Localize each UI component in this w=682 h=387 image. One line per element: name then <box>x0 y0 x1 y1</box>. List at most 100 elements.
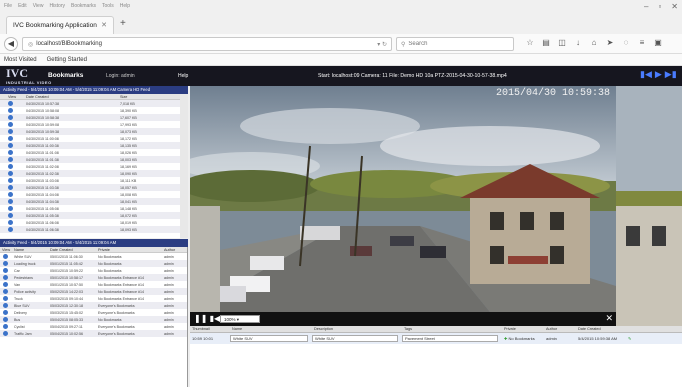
play-bookmark-icon[interactable] <box>3 323 8 329</box>
bookmark-list-row[interactable]: Police activity 05/02/2015 14:22:03 No Boo… <box>0 288 187 295</box>
menu-history[interactable]: History <box>49 3 65 9</box>
bookmark-detail-row[interactable]: 10:59 10:01 White SUV White SUV Pavement… <box>190 333 682 344</box>
tab-close-icon[interactable]: ✕ <box>101 21 107 29</box>
recording-row[interactable]: 04/30/2015 11:06:08 18,019 KB <box>0 219 187 226</box>
video-player[interactable]: 2015/04/30 10:59:38 <box>190 86 616 312</box>
play-recording-icon[interactable] <box>8 121 13 127</box>
menu-bookmarks[interactable]: Bookmarks <box>71 3 96 9</box>
play-bookmark-icon[interactable] <box>3 253 8 259</box>
play-bookmark-icon[interactable] <box>3 274 8 280</box>
login-status[interactable]: Login: admin <box>106 73 135 79</box>
menu-file[interactable]: File <box>4 3 12 9</box>
recording-row[interactable]: 04/30/2015 11:03:08 18,111 KB <box>0 177 187 184</box>
play-bookmark-icon[interactable] <box>3 267 8 273</box>
play-recording-icon[interactable] <box>8 191 13 197</box>
play-recording-icon[interactable] <box>8 149 13 155</box>
col-view[interactable]: View <box>0 94 26 99</box>
play-recording-icon[interactable] <box>8 135 13 141</box>
col-size[interactable]: Size <box>120 94 180 99</box>
browser-tab[interactable]: IVC Bookmarking Application ✕ <box>6 16 114 34</box>
col-name[interactable]: Name <box>230 326 312 332</box>
recordings-scrollbar[interactable] <box>180 94 188 238</box>
recording-row[interactable]: 04/30/2015 11:01:38 18,003 KB <box>0 156 187 163</box>
bookmark-list-row[interactable]: Blue SUV 05/03/2015 12:30:18 Everyone's Bo… <box>0 302 187 309</box>
col-tags[interactable]: Tags <box>402 326 502 332</box>
play-recording-icon[interactable] <box>8 170 13 176</box>
play-recording-icon[interactable] <box>8 107 13 113</box>
play-recording-icon[interactable] <box>8 226 13 232</box>
col-description[interactable]: Description <box>312 326 402 332</box>
col-name[interactable]: Name <box>14 247 50 252</box>
recording-row[interactable]: 04/30/2015 11:03:38 18,057 KB <box>0 184 187 191</box>
play-recording-icon[interactable] <box>8 219 13 225</box>
recording-row[interactable]: 04/30/2015 10:57:38 7,018 KB <box>0 100 187 107</box>
bookmark-tags-field[interactable]: Pavement Street <box>402 335 498 342</box>
recording-row[interactable]: 04/30/2015 11:04:08 18,008 KB <box>0 191 187 198</box>
playback-speed-select[interactable]: 100% ▾ <box>220 315 260 323</box>
play-bookmark-icon[interactable] <box>3 260 8 266</box>
bookmark-list-row[interactable]: Van 05/01/2015 10:57:50 No Bookmarks Entra… <box>0 281 187 288</box>
col-date-created[interactable]: Date Created <box>576 326 626 332</box>
col-private[interactable]: Private <box>502 326 544 332</box>
play-bookmark-icon[interactable] <box>3 281 8 287</box>
recording-row[interactable]: 04/30/2015 11:06:38 18,093 KB <box>0 226 187 233</box>
recording-row[interactable]: 04/30/2015 11:01:08 18,026 KB <box>0 149 187 156</box>
recording-row[interactable]: 04/30/2015 11:00:38 18,135 KB <box>0 142 187 149</box>
bookmark-getting-started[interactable]: Getting Started <box>47 57 87 63</box>
help-link[interactable]: Help <box>178 73 188 79</box>
home-icon[interactable]: ⌂ <box>586 38 602 47</box>
bookmark-private[interactable]: ✚ No Bookmarks <box>502 336 544 341</box>
bookmark-list-row[interactable]: Pedestrians 05/01/2015 10:58:17 No Bookmar… <box>0 274 187 281</box>
bookmark-list-row[interactable]: Car 05/01/2015 10:59:22 No Bookmarks admin <box>0 267 187 274</box>
prev-file-icon[interactable]: ▮◀ <box>640 69 652 80</box>
recording-row[interactable]: 04/30/2015 10:59:38 18,073 KB <box>0 128 187 135</box>
recording-row[interactable]: 04/30/2015 11:04:38 18,041 KB <box>0 198 187 205</box>
bookmark-list-row[interactable]: White SUV 05/01/2015 11:06:30 No Bookmarks… <box>0 253 187 260</box>
menu-hamburger-icon[interactable]: ≡ <box>634 38 650 47</box>
bookmark-list-row[interactable]: Delivery 05/03/2015 15:45:02 Everyone's Bo… <box>0 309 187 316</box>
bookmark-list-row[interactable]: Cyclist 05/04/2015 09:27:11 Everyone's Boo… <box>0 323 187 330</box>
col-private[interactable]: Private <box>98 247 164 252</box>
play-bookmark-icon[interactable] <box>3 295 8 301</box>
menu-edit[interactable]: Edit <box>18 3 27 9</box>
play-recording-icon[interactable] <box>8 142 13 148</box>
recording-row[interactable]: 04/30/2015 11:02:08 18,169 KB <box>0 163 187 170</box>
recording-row[interactable]: 04/30/2015 10:58:08 18,390 KB <box>0 107 187 114</box>
close-window-icon[interactable]: ✕ <box>671 2 678 11</box>
send-icon[interactable]: ➤ <box>602 38 618 47</box>
star-icon[interactable]: ☆ <box>522 38 538 47</box>
recording-row[interactable]: 04/30/2015 11:02:38 18,090 KB <box>0 170 187 177</box>
play-bookmark-icon[interactable] <box>3 330 8 336</box>
download-icon[interactable]: ↓ <box>570 38 586 47</box>
recording-row[interactable]: 04/30/2015 11:05:08 18,148 KB <box>0 205 187 212</box>
bookmark-description-field[interactable]: White SUV <box>312 335 398 342</box>
bookmark-most-visited[interactable]: Most Visited <box>4 57 37 63</box>
search-input[interactable] <box>408 41 509 47</box>
play-recording-icon[interactable] <box>8 205 13 211</box>
save-bookmark-icon[interactable]: ✎ <box>626 336 634 341</box>
menu-view[interactable]: View <box>33 3 44 9</box>
play-recording-icon[interactable] <box>8 114 13 120</box>
bookmark-list-row[interactable]: Traffic Jam 05/04/2015 10:02:56 Everyone's… <box>0 330 187 337</box>
bookmark-list-row[interactable]: Bus 05/04/2015 08:05:33 No Bookmarks admin <box>0 316 187 323</box>
col-author[interactable]: Author <box>544 326 576 332</box>
menu-tools[interactable]: Tools <box>102 3 114 9</box>
play-icon[interactable]: ▶ <box>655 69 662 80</box>
play-bookmark-icon[interactable] <box>3 309 8 315</box>
extension-icon[interactable]: ▣ <box>650 38 666 47</box>
pause-icon[interactable]: ❚❚ ▮◀ <box>194 314 220 323</box>
bookmark-list-row[interactable]: Loading truck 05/01/2015 11:05:42 No Bookm… <box>0 260 187 267</box>
pocket-icon[interactable]: ◫ <box>554 38 570 47</box>
new-tab-icon[interactable]: + <box>120 18 126 29</box>
col-view[interactable]: View <box>0 247 14 252</box>
play-recording-icon[interactable] <box>8 212 13 218</box>
minimize-icon[interactable]: – <box>644 2 648 11</box>
play-bookmark-icon[interactable] <box>3 302 8 308</box>
play-recording-icon[interactable] <box>8 163 13 169</box>
play-bookmark-icon[interactable] <box>3 316 8 322</box>
recording-row[interactable]: 04/30/2015 11:00:08 18,172 KB <box>0 135 187 142</box>
play-recording-icon[interactable] <box>8 177 13 183</box>
next-file-icon[interactable]: ▶▮ <box>665 69 677 80</box>
col-date[interactable]: Date Created <box>50 247 98 252</box>
play-recording-icon[interactable] <box>8 100 13 106</box>
